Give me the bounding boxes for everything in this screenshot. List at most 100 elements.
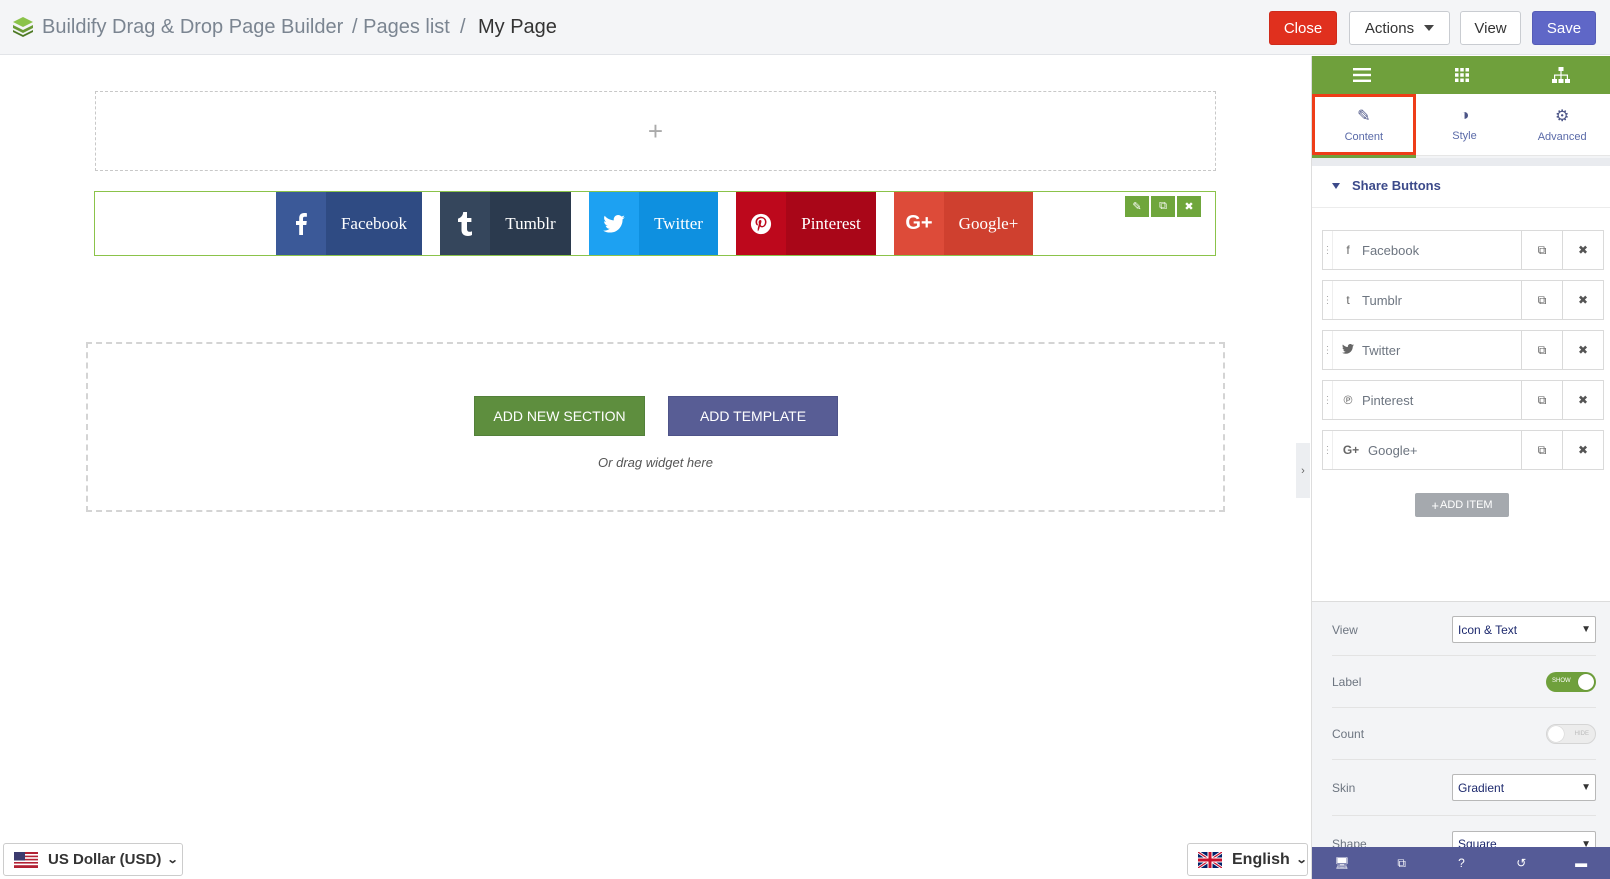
twitter-icon [1342, 343, 1354, 357]
remove-x-icon[interactable]: ✖ [1562, 431, 1603, 469]
page-title: My Page [478, 16, 557, 38]
duplicate-icon[interactable]: ⧉ [1151, 196, 1175, 217]
drag-handle-icon[interactable]: ⋮ [1323, 431, 1333, 469]
remove-x-icon[interactable]: ✖ [1562, 381, 1603, 419]
save-button[interactable]: Save [1532, 11, 1596, 45]
duplicate-icon[interactable]: ⧉ [1521, 431, 1562, 469]
logo-icon [13, 17, 33, 37]
control-label: Label [1332, 674, 1362, 689]
breadcrumb-pages-list[interactable]: / Pages list [352, 16, 450, 39]
desktop-icon[interactable]: 🖥 [1312, 847, 1372, 879]
navigator-sitemap-icon[interactable] [1511, 56, 1610, 94]
navigator-icon[interactable]: ⧉ [1372, 847, 1432, 879]
duplicate-icon[interactable]: ⧉ [1521, 331, 1562, 369]
caret-down-icon [1424, 25, 1435, 31]
share-buttons-section: Share Buttons ⋮ f Facebook ⧉ ✖ ⋮ t Tumblr … [1312, 166, 1610, 602]
tumblr-icon: t [1346, 293, 1350, 307]
divider [1312, 207, 1610, 208]
remove-x-icon[interactable]: ✖ [1562, 231, 1603, 269]
currency-selector[interactable]: US Dollar (USD) ⌄ [3, 843, 183, 876]
share-button-tumblr[interactable]: Tumblr [440, 192, 571, 255]
tab-style[interactable]: ◑ Style [1416, 94, 1514, 155]
control-label-toggle: Label SHOW [1332, 656, 1596, 708]
actions-dropdown[interactable]: Actions [1349, 11, 1450, 45]
add-item-button[interactable]: + ADD ITEM [1415, 493, 1509, 517]
share-button-google-plus[interactable]: G+ Google+ [894, 192, 1033, 255]
caret-down-icon [1332, 182, 1340, 189]
remove-x-icon[interactable]: ✖ [1177, 196, 1201, 217]
collapse-panel-chevron-icon[interactable]: › [1296, 443, 1310, 498]
currency-label: US Dollar (USD) [48, 851, 162, 868]
drag-handle-icon[interactable]: ⋮ [1323, 281, 1333, 319]
switch-knob [1578, 673, 1594, 690]
item-label: Tumblr [1362, 292, 1402, 308]
menu-hamburger-icon[interactable] [1312, 56, 1412, 94]
view-select[interactable]: Icon & Text ▼ [1452, 616, 1596, 643]
control-skin: Skin Gradient ▼ [1332, 760, 1596, 816]
drag-handle-icon[interactable]: ⋮ [1323, 381, 1333, 419]
widgets-grid-icon[interactable] [1412, 56, 1512, 94]
section-header[interactable]: Share Buttons [1332, 178, 1441, 193]
language-label: English [1232, 850, 1290, 868]
share-buttons-widget[interactable]: Facebook Tumblr Twitter Pinterest G+ Goo… [94, 191, 1216, 256]
edit-pencil-icon[interactable]: ✎ [1125, 196, 1149, 217]
help-icon[interactable]: ? [1432, 847, 1492, 879]
tab-label: Content [1344, 131, 1384, 143]
select-value: Icon & Text [1458, 622, 1518, 637]
section-title: Share Buttons [1352, 178, 1441, 193]
repeater-item-facebook[interactable]: ⋮ f Facebook ⧉ ✖ [1322, 230, 1604, 270]
control-label: Count [1332, 726, 1365, 741]
tab-label: Advanced [1537, 131, 1587, 143]
label-switch[interactable]: SHOW [1546, 671, 1596, 692]
share-button-twitter[interactable]: Twitter [589, 192, 718, 255]
duplicate-icon[interactable]: ⧉ [1521, 281, 1562, 319]
empty-section[interactable]: + [95, 91, 1216, 171]
pinterest-icon [736, 192, 786, 255]
app-title[interactable]: Buildify Drag & Drop Page Builder [42, 16, 343, 39]
share-button-facebook[interactable]: Facebook [276, 192, 422, 255]
dropdown-arrow-icon: ▼ [1581, 624, 1591, 635]
repeater-item-twitter[interactable]: ⋮ Twitter ⧉ ✖ [1322, 330, 1604, 370]
add-widget-plus-icon[interactable]: + [96, 92, 1215, 170]
close-button[interactable]: Close [1269, 11, 1337, 45]
view-button[interactable]: View [1460, 11, 1521, 45]
history-icon[interactable]: ↺ [1491, 847, 1551, 879]
item-label: Facebook [1362, 242, 1420, 258]
switch-knob [1548, 725, 1564, 742]
count-switch[interactable]: HIDE [1546, 723, 1596, 744]
item-label: Pinterest [1362, 392, 1414, 408]
add-new-section-button[interactable]: ADD NEW SECTION [474, 396, 645, 436]
plus-icon: + [1431, 497, 1440, 513]
drag-handle-icon[interactable]: ⋮ [1323, 231, 1333, 269]
editor-panel: ✎ Content ◑ Style ⚙ Advanced Share Butto… [1311, 56, 1610, 879]
folder-icon[interactable]: ▬ [1551, 847, 1610, 879]
twitter-icon [589, 192, 639, 255]
share-button-label: Tumblr [490, 192, 571, 255]
chevron-down-icon: ⌄ [1295, 854, 1308, 866]
add-item-label: ADD ITEM [1440, 499, 1493, 511]
duplicate-icon[interactable]: ⧉ [1521, 231, 1562, 269]
repeater-item-tumblr[interactable]: ⋮ t Tumblr ⧉ ✖ [1322, 280, 1604, 320]
us-flag-icon [14, 851, 38, 868]
tab-advanced[interactable]: ⚙ Advanced [1513, 94, 1610, 155]
drag-handle-icon[interactable]: ⋮ [1323, 331, 1333, 369]
pinterest-icon: ℗ [1343, 393, 1353, 407]
select-value: Gradient [1458, 780, 1505, 795]
add-section-dropzone: ADD NEW SECTION ADD TEMPLATE Or drag wid… [86, 342, 1225, 512]
add-template-button[interactable]: ADD TEMPLATE [668, 396, 838, 436]
panel-top-bar [1312, 56, 1610, 94]
repeater-item-pinterest[interactable]: ⋮ ℗ Pinterest ⧉ ✖ [1322, 380, 1604, 420]
control-count-toggle: Count HIDE [1332, 708, 1596, 760]
repeater-item-google-plus[interactable]: ⋮ G+ Google+ ⧉ ✖ [1322, 430, 1604, 470]
remove-x-icon[interactable]: ✖ [1562, 281, 1603, 319]
duplicate-icon[interactable]: ⧉ [1521, 381, 1562, 419]
remove-x-icon[interactable]: ✖ [1562, 331, 1603, 369]
skin-select[interactable]: Gradient ▼ [1452, 774, 1596, 801]
share-button-pinterest[interactable]: Pinterest [736, 192, 876, 255]
switch-text: HIDE [1574, 730, 1589, 737]
divider [1312, 158, 1610, 166]
language-selector[interactable]: English ⌄ [1187, 843, 1308, 876]
control-label: View [1332, 622, 1358, 637]
chevron-down-icon: ⌄ [166, 854, 179, 866]
tab-content[interactable]: ✎ Content [1312, 94, 1416, 158]
